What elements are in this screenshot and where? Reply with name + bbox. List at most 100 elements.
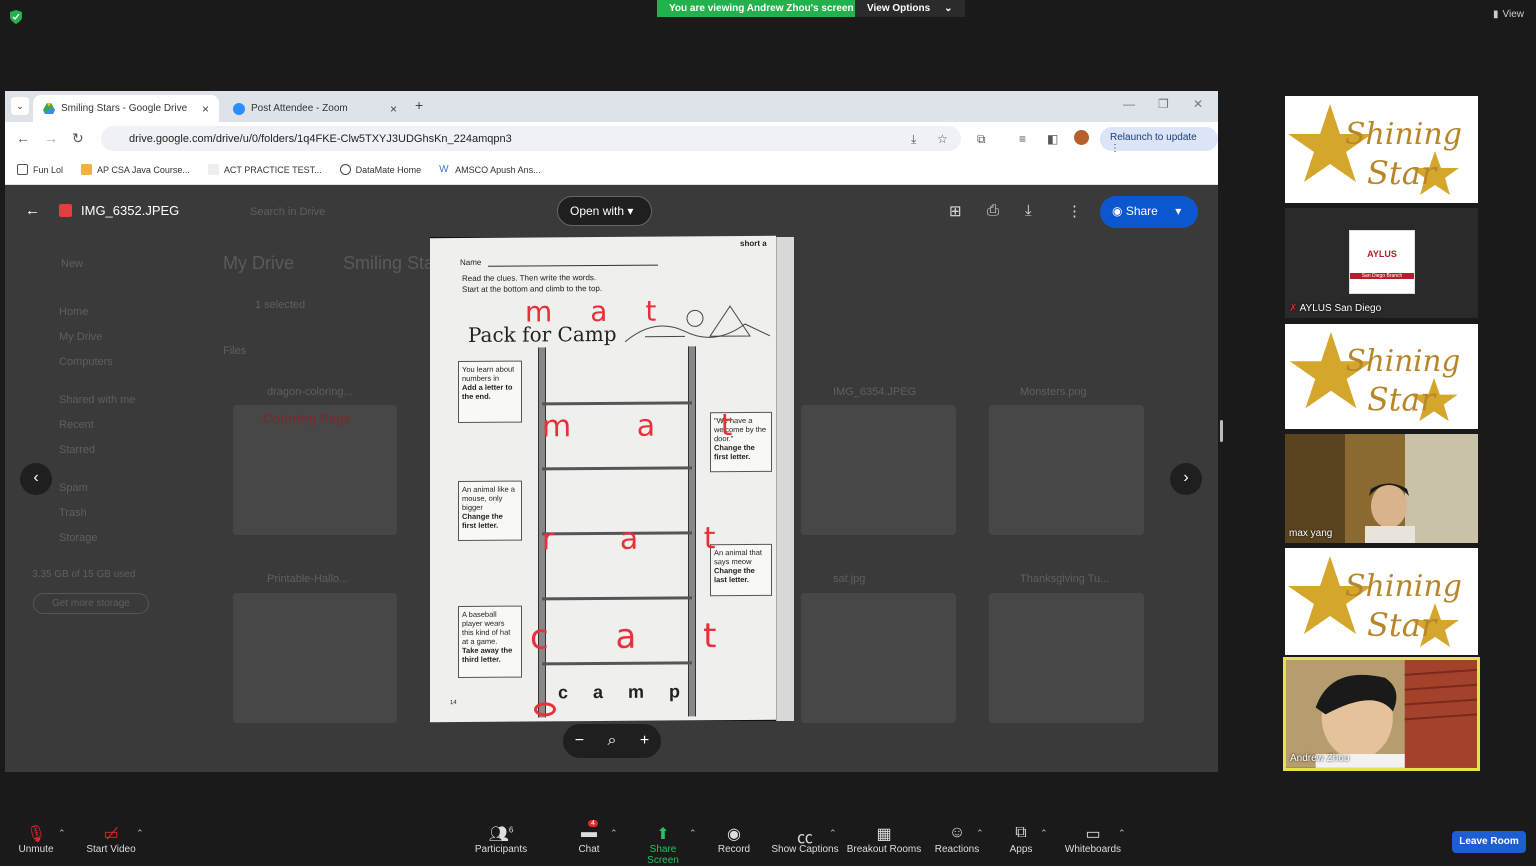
- close-window-icon[interactable]: ✕: [1193, 97, 1203, 111]
- nav-home[interactable]: Home: [59, 306, 88, 318]
- nav-shared[interactable]: Shared with me: [59, 394, 135, 406]
- participant-tile-logo[interactable]: Shining Star: [1285, 96, 1478, 203]
- record-button[interactable]: ◉ Record: [716, 824, 752, 855]
- file-thumbnail[interactable]: [801, 405, 956, 535]
- profile-avatar[interactable]: [1074, 130, 1089, 145]
- file-thumbnail[interactable]: Coloring Page: [233, 405, 397, 535]
- page-number: 14: [450, 700, 457, 707]
- forward-icon[interactable]: →: [44, 130, 58, 146]
- nav-starred[interactable]: Starred: [59, 444, 95, 456]
- security-shield-icon[interactable]: [10, 10, 22, 24]
- file-name-label[interactable]: Monsters.png: [1020, 386, 1087, 398]
- breadcrumb-folder[interactable]: Smiling Sta: [343, 253, 434, 274]
- show-captions-label: Show Captions: [771, 844, 839, 855]
- extensions-icon[interactable]: ⧉: [977, 132, 986, 147]
- reactions-button[interactable]: ☺ Reactions: [934, 824, 980, 855]
- share-button[interactable]: ◉ Share ▾: [1100, 196, 1198, 228]
- files-label: Files: [223, 345, 247, 357]
- apps-button[interactable]: ⧉ Apps: [1008, 824, 1034, 855]
- participants-button[interactable]: 👥︎6 Participants: [474, 824, 528, 855]
- file-thumbnail[interactable]: [989, 405, 1144, 535]
- panel-resize-handle[interactable]: [1220, 420, 1223, 442]
- handwritten-word-mat: m a t: [542, 407, 761, 445]
- zoom-out-icon[interactable]: −: [575, 732, 584, 750]
- print-icon[interactable]: ⎙: [987, 202, 999, 219]
- minimize-icon[interactable]: —: [1123, 97, 1135, 111]
- nav-trash[interactable]: Trash: [59, 507, 87, 519]
- tab-search-button[interactable]: ⌄: [11, 97, 29, 115]
- leave-room-button[interactable]: Leave Room: [1452, 831, 1526, 853]
- chat-button[interactable]: ▬ 4 Chat: [576, 820, 602, 855]
- bookmark-star-icon[interactable]: ☆: [937, 132, 948, 146]
- tab-label: Smiling Stars - Google Drive: [61, 103, 188, 114]
- participant-tile-andrew[interactable]: Andrew Zhou: [1283, 657, 1480, 771]
- get-storage-button[interactable]: Get more storage: [33, 593, 149, 614]
- bookmark-item[interactable]: W AMSCO Apush Ans...: [439, 164, 541, 175]
- nav-spam[interactable]: Spam: [59, 482, 88, 494]
- share-screen-button[interactable]: ⬆ Share Screen: [633, 824, 693, 866]
- view-options-button[interactable]: View Options ⌄: [855, 0, 965, 17]
- add-comment-icon[interactable]: ⊞: [949, 202, 962, 220]
- participant-tile-logo[interactable]: Shining Star: [1285, 324, 1478, 429]
- unmute-button[interactable]: 🎙︎ Unmute: [18, 824, 54, 855]
- back-arrow-icon[interactable]: ←: [25, 202, 40, 219]
- new-tab-button[interactable]: +: [415, 97, 423, 113]
- nav-recent[interactable]: Recent: [59, 419, 94, 431]
- download-icon[interactable]: ⤓: [1025, 202, 1032, 219]
- back-icon[interactable]: ←: [16, 130, 30, 146]
- participant-tile-aylus[interactable]: AYLUS San Diego Branch ✗ AYLUS San Diego: [1285, 208, 1478, 318]
- nav-my-drive[interactable]: My Drive: [59, 331, 102, 343]
- restore-icon[interactable]: ❐: [1158, 97, 1169, 111]
- view-button[interactable]: ▮ View: [1493, 9, 1524, 20]
- zoom-top-bar: You are viewing Andrew Zhou's screen Vie…: [0, 0, 1536, 90]
- globe-icon: ◉: [1112, 204, 1123, 218]
- logo-word-1: Shining: [1345, 117, 1462, 152]
- zoom-magnifier-icon[interactable]: ⌕: [608, 732, 617, 750]
- more-vert-icon: ⋮: [1110, 143, 1120, 154]
- video-off-icon: ▭̸: [103, 826, 119, 843]
- new-button[interactable]: New: [61, 258, 83, 270]
- aylus-logo-text: AYLUS: [1367, 249, 1397, 259]
- breakout-rooms-button[interactable]: ▦ Breakout Rooms: [846, 824, 922, 855]
- file-thumbnail[interactable]: [233, 593, 397, 723]
- tab-zoom[interactable]: Post Attendee - Zoom ×: [223, 95, 407, 122]
- red-circle-mark: [534, 702, 556, 717]
- file-name-label[interactable]: Printable-Hallo...: [267, 573, 348, 585]
- more-actions-icon[interactable]: ⋮: [1067, 202, 1082, 220]
- nav-storage[interactable]: Storage: [59, 532, 98, 544]
- nav-computers[interactable]: Computers: [59, 356, 113, 368]
- close-tab-icon[interactable]: ×: [202, 102, 209, 116]
- tab-google-drive[interactable]: Smiling Stars - Google Drive ×: [33, 95, 219, 122]
- file-thumbnail[interactable]: [801, 593, 956, 723]
- close-tab-icon[interactable]: ×: [390, 102, 397, 116]
- side-panel-icon[interactable]: ◧: [1047, 132, 1058, 146]
- bookmark-item[interactable]: DataMate Home: [339, 164, 421, 175]
- start-video-button[interactable]: ▭̸ Start Video: [86, 824, 136, 855]
- zoom-in-icon[interactable]: +: [640, 732, 649, 750]
- media-icon[interactable]: ≡: [1019, 132, 1026, 146]
- bookmark-item[interactable]: AP CSA Java Course...: [81, 164, 190, 175]
- relaunch-button[interactable]: Relaunch to update ⋮: [1100, 127, 1218, 154]
- open-with-button[interactable]: Open with ▾: [557, 196, 652, 226]
- clue-bold: Change the last letter.: [714, 565, 755, 585]
- clue-bold: Change the first letter.: [714, 442, 755, 462]
- breadcrumb-root[interactable]: My Drive: [223, 253, 294, 274]
- reload-icon[interactable]: ↻: [72, 130, 84, 147]
- file-thumbnail[interactable]: [989, 593, 1144, 723]
- bookmark-item[interactable]: ACT PRACTICE TEST...: [207, 164, 322, 175]
- whiteboards-button[interactable]: ▭ Whiteboards: [1062, 824, 1124, 855]
- next-file-button[interactable]: ›: [1170, 463, 1202, 495]
- participant-tile-max[interactable]: max yang: [1285, 434, 1478, 543]
- install-app-icon[interactable]: ⤓: [911, 132, 916, 147]
- layout-icon: ▮: [1492, 9, 1499, 20]
- video-feed: [1286, 660, 1477, 768]
- previous-file-button[interactable]: ‹: [20, 463, 52, 495]
- file-name-label[interactable]: sat.jpg: [833, 573, 865, 585]
- clue-box-5: A baseball player wears this kind of hat…: [458, 605, 522, 679]
- file-name-label[interactable]: dragon-coloring...: [267, 386, 353, 398]
- file-name-label[interactable]: Thanksgiving Tu...: [1020, 573, 1109, 585]
- bookmark-item[interactable]: Fun Lol: [17, 164, 63, 175]
- address-bar[interactable]: drive.google.com/drive/u/0/folders/1q4FK…: [101, 126, 961, 151]
- file-name-label[interactable]: IMG_6354.JPEG: [833, 386, 916, 398]
- participant-tile-logo[interactable]: Shining Star: [1285, 548, 1478, 655]
